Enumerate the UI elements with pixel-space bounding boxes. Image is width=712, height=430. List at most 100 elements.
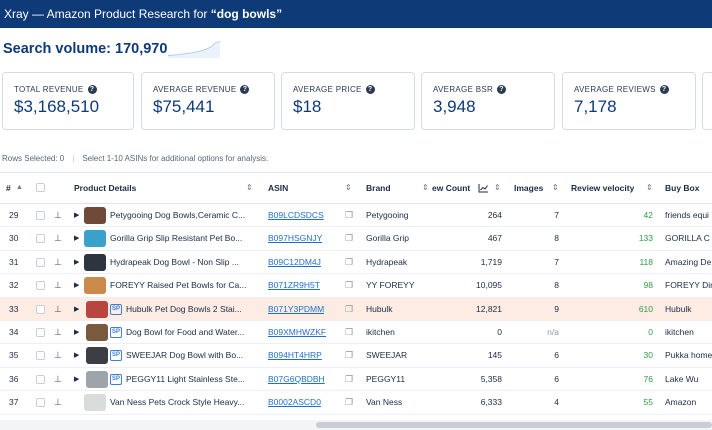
scrollbar-thumb[interactable] [316,422,712,428]
product-thumbnail [84,207,106,224]
expand-caret-icon[interactable]: ▶ [74,274,79,297]
brand-cell: SWEEJAR [366,350,408,361]
copy-icon[interactable]: ❐ [345,298,353,321]
pin-icon[interactable]: ⊥ [54,251,62,274]
table-row[interactable]: 32 ⊥ ▶ FOREYY Raised Pet Bowls for Ca... B07… [0,274,712,298]
table-row[interactable]: 33 ⊥ ▶ SP Hubulk Pet Dog Bowls 2 Stai... B071… [0,297,712,321]
product-thumbnail [86,300,108,318]
asin-link[interactable]: B071Y3PDMM [268,298,324,321]
expand-caret-icon[interactable]: ▶ [74,251,79,274]
expand-caret-icon[interactable]: ▶ [74,344,79,367]
pin-icon[interactable]: ⊥ [54,368,62,391]
select-all-checkbox[interactable] [36,183,45,192]
pin-icon[interactable]: ⊥ [54,321,62,344]
help-circle-icon[interactable]: ? [659,85,669,94]
table-row[interactable]: 31 ⊥ ▶ Hydrapeak Dog Bowl - Non Slip ... B09… [0,251,712,275]
asin-link[interactable]: B09XMHWZKF [268,321,326,344]
help-circle-icon[interactable]: ? [87,85,97,94]
row-checkbox[interactable] [36,304,45,314]
row-checkbox[interactable] [36,398,45,408]
expand-caret-icon[interactable]: ▶ [74,227,79,250]
row-checkbox[interactable] [36,281,45,291]
copy-icon[interactable]: ❐ [345,274,353,297]
row-checkbox[interactable] [36,257,45,267]
row-index: 36 [9,373,19,384]
help-circle-icon[interactable]: ? [497,85,507,94]
col-asin[interactable]: ASIN [268,173,288,203]
asin-link[interactable]: B07G6QBDBH [268,368,325,391]
product-title[interactable]: Van Ness Pets Crock Style Heavy... [110,391,252,414]
col-product[interactable]: Product Details [74,173,136,203]
table-row[interactable]: 30 ⊥ ▶ Gorilla Grip Slip Resistant Pet Bo..… [0,227,712,251]
table-row[interactable]: 35 ⊥ ▶ SP SWEEJAR Dog Bowl with Bo... B094HT4… [0,344,712,368]
row-index: 33 [9,303,19,314]
row-checkbox[interactable] [36,234,45,244]
product-title[interactable]: Hydrapeak Dog Bowl - Non Slip ... [110,251,252,274]
asin-link[interactable]: B097HSGNJY [268,227,322,250]
expand-caret-icon[interactable]: ▶ [74,321,79,344]
brand-cell: Hubulk [366,303,393,314]
product-title[interactable]: SWEEJAR Dog Bowl with Bo... [126,344,252,367]
copy-icon[interactable]: ❐ [345,344,353,367]
pin-icon[interactable]: ⊥ [54,298,62,321]
review-count-cell: 10,095 [476,280,502,291]
help-circle-icon[interactable]: ? [240,85,250,94]
sort-icon[interactable]: ⇕ [646,173,653,203]
sort-icon[interactable]: ⇕ [422,173,429,203]
review-count-cell: 12,821 [476,303,502,314]
asin-link[interactable]: B071ZR9H5T [268,274,320,297]
row-checkbox[interactable] [36,351,45,361]
col-review-count[interactable]: ew Count [432,173,478,203]
product-title[interactable]: Dog Bowl for Food and Water... [126,321,252,344]
copy-icon[interactable]: ❐ [345,391,353,414]
help-circle-icon[interactable]: ? [365,85,375,94]
copy-icon[interactable]: ❐ [345,251,353,274]
expand-caret-icon[interactable]: ▶ [74,298,79,321]
asin-link[interactable]: B09LCDSDCS [268,204,324,227]
col-review-velocity[interactable]: Review velocity [571,173,634,203]
card-average-bsr: AVERAGE BSR? 3,948 [421,72,555,130]
product-title[interactable]: FOREYY Raised Pet Bowls for Ca... [110,274,252,297]
chart-icon[interactable] [478,183,489,193]
col-images[interactable]: Images [514,173,543,203]
product-title[interactable]: Gorilla Grip Slip Resistant Pet Bo... [110,227,252,250]
product-title[interactable]: PEGGY11 Light Stainless Ste... [126,368,252,391]
buy-box-cell: Amazing De [665,256,712,267]
copy-icon[interactable]: ❐ [345,321,353,344]
col-index[interactable]: # [6,173,11,203]
col-brand[interactable]: Brand [366,173,391,203]
asin-link[interactable]: B09C12DM4J [268,251,321,274]
product-title[interactable]: Hubulk Pet Dog Bowls 2 Stai... [126,298,252,321]
copy-icon[interactable]: ❐ [345,204,353,227]
pin-icon[interactable]: ⊥ [54,274,62,297]
copy-icon[interactable]: ❐ [345,227,353,250]
table-row[interactable]: 29 ⊥ ▶ Petygooing Dog Bowls,Ceramic C... B09… [0,204,712,228]
sort-icon[interactable]: ⇕ [246,173,253,203]
pin-icon[interactable]: ⊥ [54,391,62,414]
copy-icon[interactable]: ❐ [345,368,353,391]
pin-icon[interactable]: ⊥ [54,227,62,250]
col-buy-box[interactable]: Buy Box [665,173,699,203]
pin-icon[interactable]: ⊥ [54,344,62,367]
row-checkbox[interactable] [36,328,45,337]
expand-caret-icon[interactable]: ▶ [74,368,79,391]
sort-icon[interactable]: ⇕ [552,173,559,203]
table-row[interactable]: 37 ⊥ Van Ness Pets Crock Style Heavy... B00… [0,391,712,415]
asin-link[interactable]: B094HT4HRP [268,344,322,367]
asin-link[interactable]: B0002ASCD0 [268,391,321,414]
product-title[interactable]: Petygooing Dog Bowls,Ceramic C... [110,204,252,227]
brand-cell: Van Ness [366,397,403,408]
row-index: 34 [9,327,19,337]
pin-icon[interactable]: ⊥ [54,204,62,227]
sort-icon[interactable]: ⇕ [345,173,352,203]
row-checkbox[interactable] [36,211,45,220]
expand-caret-icon[interactable]: ▶ [74,204,79,227]
review-count-cell: 5,358 [480,373,502,384]
buy-box-cell: Hubulk [665,303,692,314]
row-checkbox[interactable] [36,374,45,384]
horizontal-scrollbar[interactable] [0,420,712,430]
sort-icon[interactable]: ⇕ [494,173,501,203]
table-row[interactable]: 36 ⊥ ▶ SP PEGGY11 Light Stainless Ste... B07G… [0,368,712,392]
sort-asc-icon[interactable]: ▲ [16,173,23,203]
table-row[interactable]: 34 ⊥ ▶ SP Dog Bowl for Food and Water... B09X… [0,321,712,345]
